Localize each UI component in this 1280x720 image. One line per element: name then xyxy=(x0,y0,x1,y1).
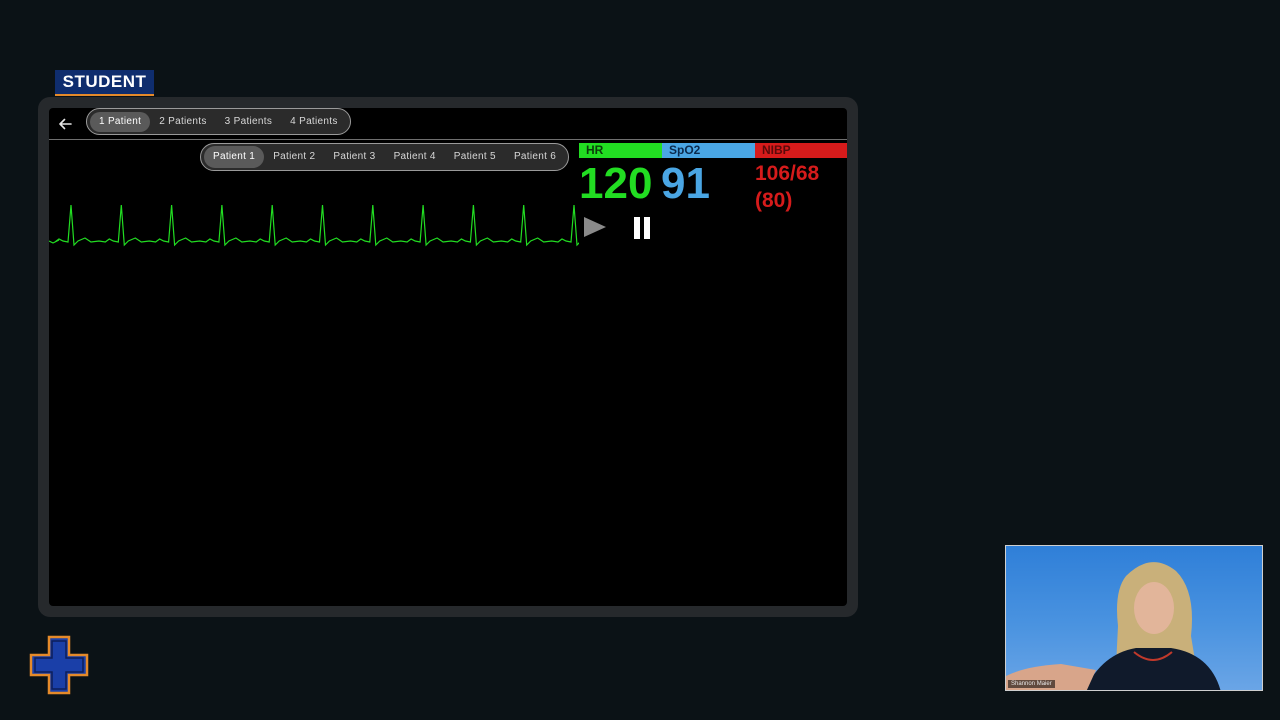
nibp-header: NIBP xyxy=(755,143,847,158)
tablet-frame: 1 Patient 2 Patients 3 Patients 4 Patien… xyxy=(38,97,858,617)
tab-patient-3[interactable]: Patient 3 xyxy=(324,146,384,168)
tab-patient-5[interactable]: Patient 5 xyxy=(445,146,505,168)
hr-value: 120 xyxy=(579,159,653,208)
webcam-feed: Shannon Maier xyxy=(1005,545,1263,691)
app-stage: STUDENT 1 Patient 2 Patients 3 Patients … xyxy=(0,0,1280,720)
nibp-pressure: 106/68 xyxy=(755,162,820,185)
nibp-mean: (80) xyxy=(755,189,793,212)
tab-patient-2[interactable]: Patient 2 xyxy=(264,146,324,168)
pause-icon[interactable] xyxy=(633,216,651,240)
webcam-name-tag: Shannon Maier xyxy=(1008,680,1055,688)
patient-count-selector: 1 Patient 2 Patients 3 Patients 4 Patien… xyxy=(86,108,351,135)
tab-2-patients[interactable]: 2 Patients xyxy=(150,112,215,132)
tab-patient-1[interactable]: Patient 1 xyxy=(204,146,265,168)
tab-4-patients[interactable]: 4 Patients xyxy=(281,112,346,132)
webcam-person xyxy=(1006,562,1221,690)
ecg-waveform xyxy=(49,204,579,247)
back-arrow-icon[interactable] xyxy=(57,116,73,132)
tab-patient-4[interactable]: Patient 4 xyxy=(385,146,445,168)
spo2-header: SpO2 xyxy=(662,143,755,158)
tab-patient-6[interactable]: Patient 6 xyxy=(505,146,565,168)
patient-selector: Patient 1 Patient 2 Patient 3 Patient 4 … xyxy=(200,143,570,171)
student-badge: STUDENT xyxy=(55,70,154,96)
spo2-value: 91 xyxy=(661,159,710,208)
hr-header: HR xyxy=(579,143,662,158)
medical-cross-logo-icon xyxy=(29,635,89,695)
play-icon[interactable] xyxy=(583,216,607,238)
tab-1-patient[interactable]: 1 Patient xyxy=(90,111,151,132)
header-divider xyxy=(49,139,847,140)
monitor-screen: 1 Patient 2 Patients 3 Patients 4 Patien… xyxy=(49,108,847,606)
nibp-value: 106/68 (80) xyxy=(755,160,819,214)
tab-3-patients[interactable]: 3 Patients xyxy=(216,112,281,132)
